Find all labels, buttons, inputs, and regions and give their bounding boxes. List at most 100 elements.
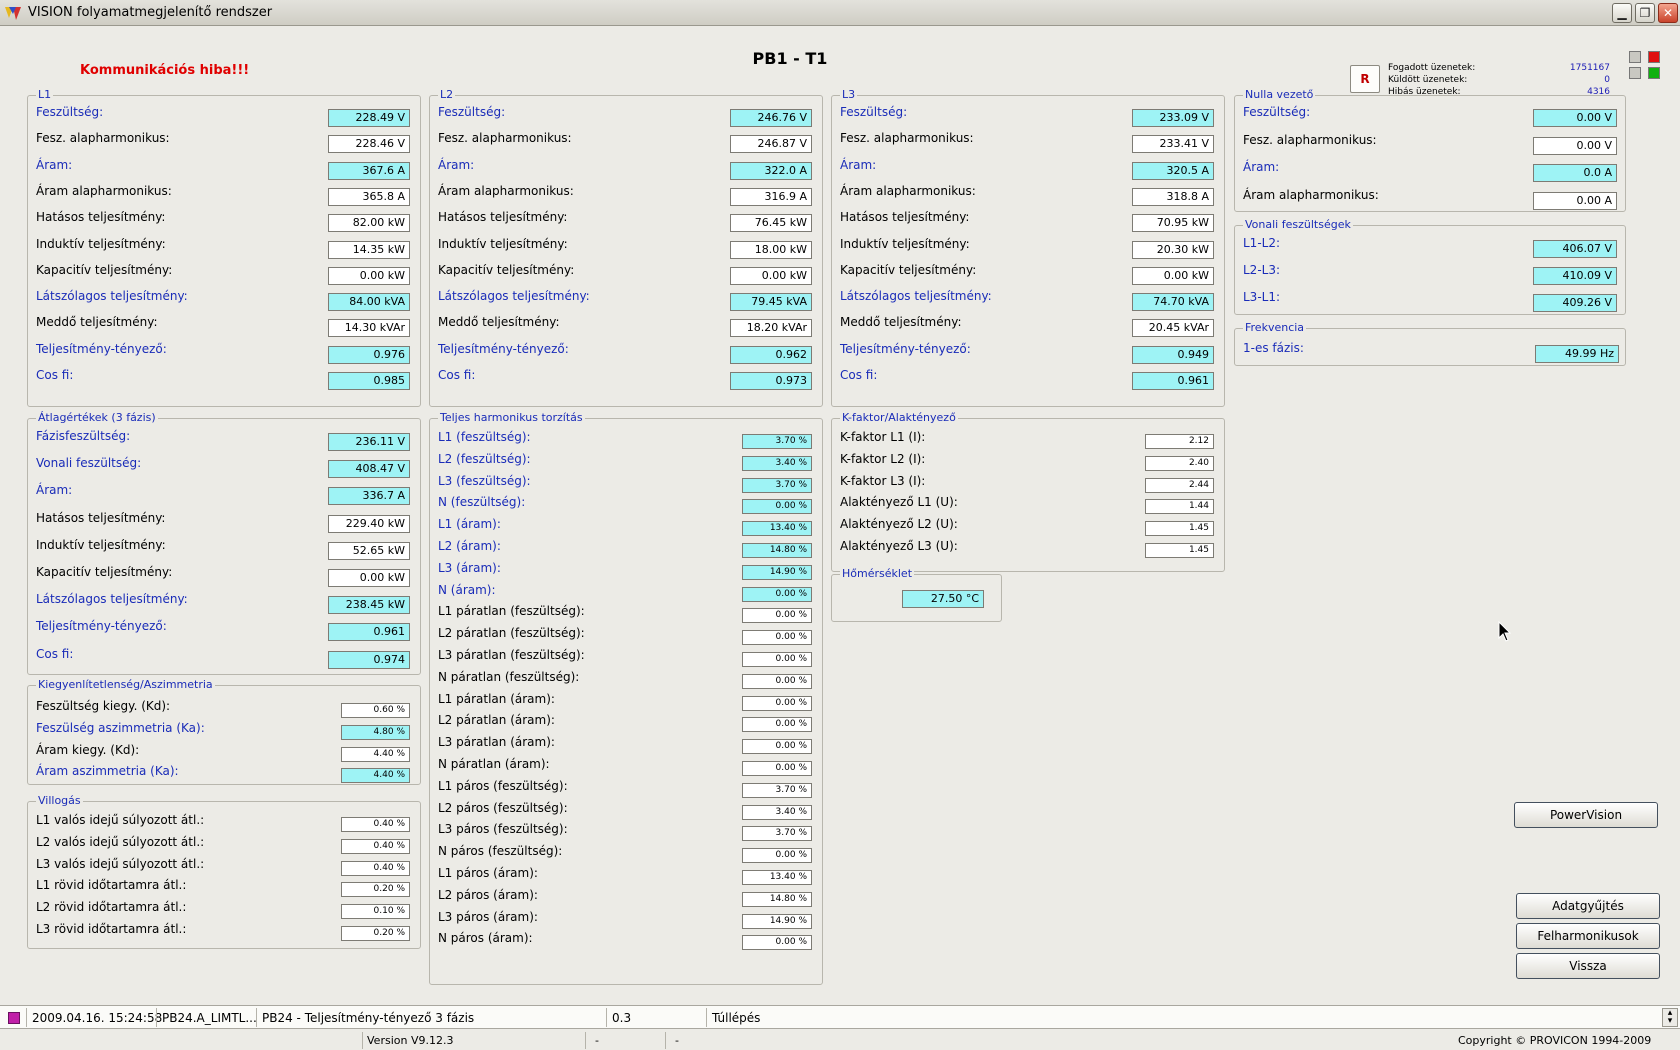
frequency-row-value: 49.99 Hz bbox=[1535, 345, 1619, 363]
temperature-value: 27.50 °C bbox=[902, 590, 984, 608]
thd-row-value: 0.00 % bbox=[742, 848, 812, 864]
panel-thd-title: Teljes harmonikus torzítás bbox=[438, 411, 585, 424]
l3-row-label: Áram: bbox=[840, 157, 877, 172]
l3-row-label: Látszólagos teljesítmény: bbox=[840, 289, 992, 304]
l3-row-label: Áram alapharmonikus: bbox=[840, 183, 976, 198]
l2-row-label: Induktív teljesítmény: bbox=[438, 236, 568, 251]
panel-asymmetry: Kiegyenlítetlenség/Aszimmetria Feszültsé… bbox=[27, 678, 421, 785]
l1-row-value: 14.35 kW bbox=[328, 240, 410, 259]
panel-thd: Teljes harmonikus torzítás L1 (feszültsé… bbox=[429, 411, 823, 985]
event-row[interactable]: 2009.04.16. 15:24:58 PB24.A_LIMTL... PB2… bbox=[0, 1005, 1680, 1029]
thd-row-label: L3 páros (feszültség): bbox=[438, 822, 568, 837]
l1-row-value: 84.00 kVA bbox=[328, 293, 410, 312]
page-title: PB1 - T1 bbox=[752, 49, 828, 68]
l1-row-label: Hatásos teljesítmény: bbox=[36, 210, 166, 225]
thd-row-label: L2 páratlan (feszültség): bbox=[438, 626, 585, 641]
panel-neutral-title: Nulla vezető bbox=[1243, 88, 1316, 101]
sent-value: 0 bbox=[1604, 75, 1610, 85]
flicker-row-value: 0.10 % bbox=[341, 904, 410, 920]
thd-row-label: L2 páros (feszültség): bbox=[438, 800, 568, 815]
app-logo-icon bbox=[5, 7, 21, 20]
event-scroll-buttons[interactable]: ▴ ▾ bbox=[1662, 1008, 1678, 1027]
thd-row-value: 3.70 % bbox=[742, 782, 812, 798]
back-button[interactable]: Vissza bbox=[1516, 953, 1660, 979]
l3-row-label: Feszültség: bbox=[840, 105, 908, 119]
l2-row-label: Áram alapharmonikus: bbox=[438, 183, 574, 198]
thd-row-value: 13.40 % bbox=[742, 521, 812, 537]
thd-row-value: 0.00 % bbox=[742, 739, 812, 755]
received-messages: Fogadott üzenetek: 1751167 bbox=[1350, 63, 1610, 75]
restore-button[interactable]: ❐ bbox=[1635, 3, 1655, 23]
minimize-button[interactable]: ▁ bbox=[1612, 3, 1632, 23]
thd-row-value: 3.70 % bbox=[742, 826, 812, 842]
thd-row-value: 0.00 % bbox=[742, 761, 812, 776]
neutral-row-label: Áram: bbox=[1243, 160, 1280, 174]
thd-row-label: L1 páratlan (áram): bbox=[438, 691, 555, 706]
l2-row-value: 316.9 A bbox=[730, 187, 812, 206]
l2-row-value: 18.20 kVAr bbox=[730, 319, 812, 338]
thd-row-value: 0.00 % bbox=[742, 608, 812, 624]
thd-row-label: N páros (feszültség): bbox=[438, 844, 563, 859]
panel-frequency: Frekvencia 1-es fázis: 49.99 Hz bbox=[1234, 321, 1626, 366]
flicker-row-label: L2 rövid időtartamra átl.: bbox=[36, 900, 187, 915]
bottom-bar: Version V9.12.3 - - Copyright © PROVICON… bbox=[0, 1031, 1680, 1050]
powervision-button[interactable]: PowerVision bbox=[1514, 802, 1658, 828]
panel-asymmetry-title: Kiegyenlítetlenség/Aszimmetria bbox=[36, 678, 215, 691]
asymmetry-row-value: 4.40 % bbox=[341, 746, 410, 762]
l3-row-value: 233.09 V bbox=[1132, 109, 1214, 127]
thd-row-value: 0.00 % bbox=[742, 652, 812, 667]
line-voltages-row-label: L3-L1: bbox=[1243, 290, 1281, 304]
panel-temperature-title: Hőmérséklet bbox=[840, 567, 915, 580]
panel-line-voltages-title: Vonali feszültségek bbox=[1243, 218, 1353, 231]
footer-field-1: - bbox=[595, 1034, 599, 1047]
received-label: Fogadott üzenetek: bbox=[1388, 63, 1476, 73]
kfactor-row-value: 1.44 bbox=[1145, 499, 1214, 515]
l2-row-value: 246.87 V bbox=[730, 135, 812, 154]
averages-row-label: Kapacitív teljesítmény: bbox=[36, 565, 173, 579]
event-value: 0.3 bbox=[612, 1011, 632, 1025]
averages-row-label: Cos fi: bbox=[36, 646, 74, 661]
averages-row-value: 52.65 kW bbox=[328, 541, 410, 560]
main-area: Kommunikációs hiba!!! PB1 - T1 R Fogadot… bbox=[0, 27, 1680, 1004]
neutral-row-label: Feszültség: bbox=[1243, 105, 1311, 119]
kfactor-row-label: Alaktényező L2 (U): bbox=[840, 517, 958, 532]
data-collection-button[interactable]: Adatgyűjtés bbox=[1516, 893, 1660, 919]
kfactor-row-value: 1.45 bbox=[1145, 521, 1214, 537]
l3-row-value: 320.5 A bbox=[1132, 161, 1214, 180]
thd-row-label: L3 (áram): bbox=[438, 560, 501, 575]
flicker-row-label: L2 valós idejű súlyozott átl.: bbox=[36, 834, 205, 849]
communication-error-text: Kommunikációs hiba!!! bbox=[80, 63, 250, 78]
event-severity-icon bbox=[8, 1012, 20, 1024]
status-bar: 2009.04.16. 15:24:58 PB24.A_LIMTL... PB2… bbox=[0, 1005, 1680, 1050]
averages-row-value: 0.00 kW bbox=[328, 569, 410, 587]
averages-row-value: 236.11 V bbox=[328, 433, 410, 451]
asymmetry-row-label: Feszülség aszimmetria (Ka): bbox=[36, 720, 205, 735]
thd-row-value: 3.40 % bbox=[742, 455, 812, 471]
event-datetime: 2009.04.16. 15:24:58 bbox=[32, 1011, 163, 1025]
kfactor-row-label: Alaktényező L1 (U): bbox=[840, 495, 958, 510]
close-button[interactable]: ✕ bbox=[1658, 3, 1678, 23]
l3-row-value: 233.41 V bbox=[1132, 135, 1214, 154]
l1-row-value: 0.985 bbox=[328, 372, 410, 390]
thd-row-label: L3 páratlan (áram): bbox=[438, 735, 555, 750]
l3-row-value: 74.70 kVA bbox=[1132, 293, 1214, 312]
kfactor-row-label: K-faktor L2 (I): bbox=[840, 451, 926, 466]
copyright-text: Copyright © PROVICON 1994-2009 bbox=[1458, 1034, 1652, 1047]
thd-row-label: L1 páros (áram): bbox=[438, 866, 538, 880]
thd-row-value: 3.70 % bbox=[742, 434, 812, 449]
averages-row-label: Látszólagos teljesítmény: bbox=[36, 592, 188, 607]
l3-row-value: 20.30 kW bbox=[1132, 240, 1214, 259]
thd-row-value: 14.90 % bbox=[742, 564, 812, 580]
thd-row-value: 0.00 % bbox=[742, 717, 812, 733]
harmonics-button[interactable]: Felharmonikusok bbox=[1516, 923, 1660, 949]
version-text: Version V9.12.3 bbox=[367, 1034, 454, 1047]
thd-row-value: 0.00 % bbox=[742, 499, 812, 515]
event-description: PB24 - Teljesítmény-tényező 3 fázis bbox=[262, 1011, 475, 1025]
kfactor-row-value: 1.45 bbox=[1145, 543, 1214, 558]
l3-row-label: Teljesítmény-tényező: bbox=[840, 341, 971, 356]
l1-row-value: 228.46 V bbox=[328, 135, 410, 154]
flicker-row-label: L3 rövid időtartamra átl.: bbox=[36, 922, 187, 936]
l3-row-value: 20.45 kVAr bbox=[1132, 319, 1214, 338]
footer-field-2: - bbox=[675, 1034, 679, 1047]
l1-row-label: Cos fi: bbox=[36, 368, 74, 382]
